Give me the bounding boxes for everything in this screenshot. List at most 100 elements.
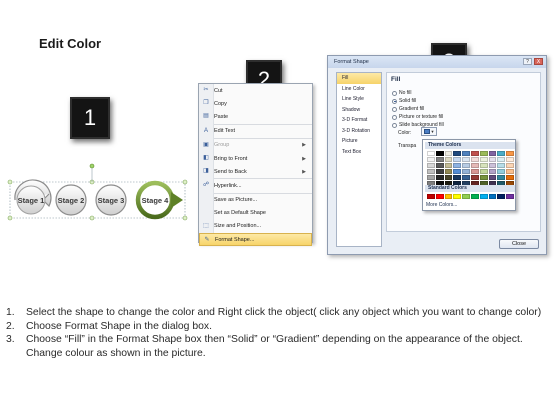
resize-handle[interactable] [89,215,95,221]
color-swatch[interactable] [488,157,497,162]
sidebar-item-line-color[interactable]: Line Color [337,84,381,95]
color-swatch[interactable] [488,163,497,168]
menu-item-bring-to-front[interactable]: ◧ Bring to Front ▶ [199,152,312,165]
color-swatch[interactable] [479,151,488,156]
color-swatch[interactable] [479,175,488,180]
color-swatch[interactable] [488,151,497,156]
menu-item-size-position[interactable]: ⬚ Size and Position... [199,220,312,233]
color-swatch[interactable] [435,163,444,168]
color-swatch[interactable] [470,151,479,156]
color-swatch[interactable] [444,169,453,174]
color-swatch[interactable] [435,169,444,174]
color-swatch[interactable] [470,163,479,168]
color-swatch[interactable] [427,175,435,180]
color-swatch[interactable] [488,169,497,174]
color-swatch[interactable] [497,163,506,168]
help-button[interactable]: ? [523,58,532,65]
color-swatch[interactable] [462,163,470,168]
color-swatch[interactable] [427,157,435,162]
color-swatch[interactable] [427,151,435,156]
color-swatch[interactable] [497,194,506,199]
color-swatch[interactable] [427,194,435,199]
color-swatch[interactable] [470,175,479,180]
color-swatch[interactable] [506,163,514,168]
menu-item-hyperlink[interactable]: ☍ Hyperlink... [199,179,312,192]
radio-solid-fill[interactable]: Solid fill [392,98,416,104]
color-label: Color: [398,130,412,136]
color-swatch[interactable] [479,157,488,162]
color-swatch[interactable] [444,151,453,156]
color-swatch[interactable] [488,194,497,199]
color-swatch[interactable] [497,157,506,162]
hyperlink-icon: ☍ [202,182,210,189]
color-swatch[interactable] [497,151,506,156]
color-swatch[interactable] [444,163,453,168]
sidebar-item-3d-format[interactable]: 3-D Format [337,115,381,126]
color-swatch[interactable] [506,157,514,162]
color-swatch[interactable] [435,157,444,162]
close-x-button[interactable]: X [534,58,543,65]
color-swatch[interactable] [462,169,470,174]
instruction-list: 1. Select the shape to change the color a… [6,306,554,360]
color-swatch[interactable] [506,169,514,174]
color-swatch[interactable] [453,169,462,174]
menu-item-save-as-picture[interactable]: Save as Picture... [199,194,312,207]
menu-item-format-shape[interactable]: ✎ Format Shape... [199,233,312,247]
color-swatch[interactable] [470,169,479,174]
color-swatch[interactable] [506,194,514,199]
color-swatch[interactable] [488,175,497,180]
sidebar-item-picture[interactable]: Picture [337,136,381,147]
sidebar-item-3d-rotation[interactable]: 3-D Rotation [337,126,381,137]
menu-item-group[interactable]: ▣ Group ▶ [199,139,312,152]
color-swatch[interactable] [444,175,453,180]
menu-item-set-default-shape[interactable]: Set as Default Shape [199,207,312,220]
resize-handle[interactable] [182,215,188,221]
menu-item-send-to-back[interactable]: ◨ Send to Back ▶ [199,165,312,178]
sidebar-item-line-style[interactable]: Line Style [337,94,381,105]
color-swatch[interactable] [453,175,462,180]
color-swatch[interactable] [453,151,462,156]
color-swatch[interactable] [462,157,470,162]
menu-item-paste[interactable]: ▤ Paste [199,110,312,123]
color-swatch[interactable] [444,157,453,162]
menu-item-edit-text[interactable]: A Edit Text [199,125,312,138]
sidebar-item-fill[interactable]: Fill [337,73,381,84]
resize-handle[interactable] [7,179,13,185]
sidebar-item-text-box[interactable]: Text Box [337,147,381,158]
color-swatch[interactable] [435,194,444,199]
stage-label-4: Stage 4 [142,196,170,205]
color-swatch[interactable] [444,194,453,199]
color-swatch[interactable] [435,175,444,180]
color-swatch[interactable] [470,157,479,162]
color-swatch[interactable] [427,163,435,168]
menu-item-copy[interactable]: ❐ Copy [199,97,312,110]
color-swatch[interactable] [506,151,514,156]
color-swatch[interactable] [462,175,470,180]
color-swatch[interactable] [435,151,444,156]
more-colors-link[interactable]: More Colors... [426,202,457,208]
color-swatch[interactable] [479,194,488,199]
radio-no-fill[interactable]: No fill [392,90,412,96]
color-swatch[interactable] [462,194,470,199]
color-picker-button[interactable]: ▼ [421,127,437,136]
color-swatch[interactable] [479,163,488,168]
color-swatch[interactable] [506,175,514,180]
color-swatch[interactable] [470,194,479,199]
resize-handle[interactable] [7,215,13,221]
color-swatch[interactable] [462,151,470,156]
color-swatch[interactable] [453,194,462,199]
color-swatch[interactable] [427,169,435,174]
radio-gradient-fill[interactable]: Gradient fill [392,106,424,112]
color-swatch[interactable] [453,163,462,168]
radio-picture-fill[interactable]: Picture or texture fill [392,114,443,120]
color-swatch[interactable] [453,157,462,162]
color-swatch[interactable] [497,175,506,180]
close-button[interactable]: Close [499,239,539,249]
scissors-icon: ✂ [203,87,209,93]
color-swatch[interactable] [497,169,506,174]
rotate-handle[interactable] [89,163,95,169]
color-swatch[interactable] [479,169,488,174]
resize-handle[interactable] [182,179,188,185]
menu-item-cut[interactable]: ✂ Cut [199,84,312,97]
sidebar-item-shadow[interactable]: Shadow [337,105,381,116]
